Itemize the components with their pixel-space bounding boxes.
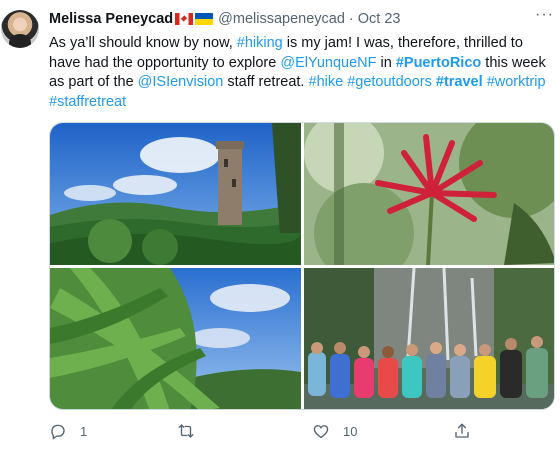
- hashtag-link[interactable]: #hiking: [237, 35, 283, 51]
- retweet-icon: [178, 424, 194, 438]
- photo-red-flower[interactable]: [304, 123, 554, 265]
- photo-tower-rainforest[interactable]: [50, 123, 301, 265]
- more-options-icon[interactable]: ···: [535, 6, 554, 24]
- hashtag-link[interactable]: #staffretreat: [49, 94, 126, 110]
- reply-button[interactable]: 1: [49, 420, 87, 442]
- photo-palm-leaves[interactable]: [50, 268, 301, 409]
- retweet-button[interactable]: [177, 420, 208, 442]
- media-grid: [49, 122, 555, 410]
- like-icon: [313, 425, 329, 439]
- hashtag-link[interactable]: #getoutdoors: [347, 74, 432, 90]
- tweet-text-segment: in: [376, 54, 396, 71]
- like-button[interactable]: 10: [312, 420, 357, 442]
- ukraine-flag-icon: [195, 13, 214, 25]
- tweet-date[interactable]: Oct 23: [358, 11, 401, 27]
- share-icon: [455, 423, 469, 438]
- tweet[interactable]: Melissa Peneycad @melissapeneycad · Oct …: [0, 0, 560, 462]
- like-count: 10: [343, 423, 358, 439]
- tweet-text-segment: As ya’ll should know by now,: [49, 35, 237, 51]
- reply-count: 1: [80, 423, 88, 439]
- photo-group-waterfall[interactable]: [304, 268, 554, 409]
- tweet-header: Melissa Peneycad @melissapeneycad · Oct …: [49, 10, 400, 28]
- author-handle[interactable]: @melissapeneycad: [218, 11, 345, 27]
- reply-icon: [51, 424, 65, 440]
- mention-link[interactable]: @ElYunqueNF: [280, 55, 376, 71]
- hashtag-link[interactable]: #hike: [309, 74, 344, 90]
- avatar[interactable]: [1, 10, 39, 48]
- tweet-text-segment: staff retreat.: [223, 74, 309, 90]
- hashtag-link[interactable]: #worktrip: [487, 74, 546, 90]
- author-name[interactable]: Melissa Peneycad: [49, 11, 173, 27]
- action-bar: 1 10: [49, 420, 555, 442]
- mention-link[interactable]: @ISIenvision: [138, 74, 224, 90]
- canada-flag-icon: [175, 13, 194, 25]
- hashtag-link[interactable]: #PuertoRico: [396, 55, 481, 71]
- hashtag-link[interactable]: #travel: [436, 74, 483, 90]
- share-button[interactable]: [453, 420, 471, 442]
- tweet-text: As ya’ll should know by now, #hiking is …: [49, 34, 554, 112]
- separator-dot: ·: [348, 11, 354, 27]
